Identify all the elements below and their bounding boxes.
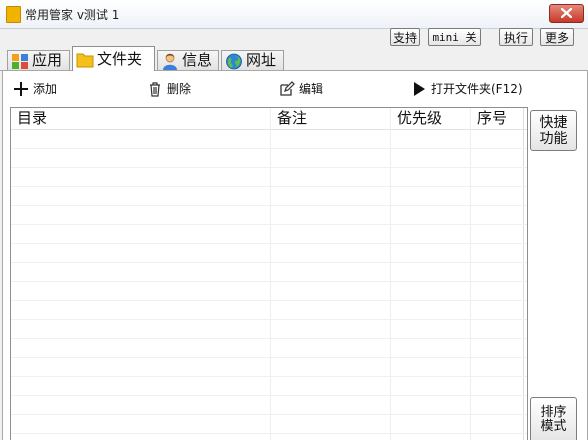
tab-apps[interactable]: 应用 <box>7 50 70 70</box>
quick-functions-label-1: 快捷 <box>539 115 568 131</box>
folder-table[interactable]: 目录 备注 优先级 序号 <box>10 107 528 440</box>
close-icon <box>561 8 572 18</box>
row-gridline <box>11 243 527 244</box>
row-gridline <box>11 319 527 320</box>
column-divider <box>523 108 524 440</box>
delete-button[interactable]: 删除 <box>147 80 207 98</box>
app-window: 常用管家 v测试 1 支持 mini 关 执行 更多 应用 文件夹 信息 网址 … <box>0 0 588 440</box>
tab-label: 应用 <box>32 51 63 69</box>
quick-functions-label-2: 功能 <box>539 131 568 147</box>
column-header-directory[interactable]: 目录 <box>11 108 271 129</box>
edit-label: 编辑 <box>299 82 324 96</box>
tab-info[interactable]: 信息 <box>157 50 219 70</box>
sort-mode-label-1: 排序 <box>540 405 567 420</box>
play-icon <box>414 82 425 96</box>
row-gridline <box>11 224 527 225</box>
column-divider <box>470 108 471 440</box>
row-gridline <box>11 148 527 149</box>
row-gridline <box>11 414 527 415</box>
add-button[interactable]: 添加 <box>13 80 73 98</box>
column-divider <box>270 108 271 440</box>
sort-mode-button[interactable]: 排序 模式 <box>530 397 577 440</box>
sort-mode-label-2: 模式 <box>540 419 567 434</box>
row-gridline <box>11 357 527 358</box>
row-gridline <box>11 433 527 434</box>
support-button[interactable]: 支持 <box>390 28 420 46</box>
column-header-index[interactable]: 序号 <box>471 108 527 129</box>
tab-label: 信息 <box>182 51 213 69</box>
table-header: 目录 备注 优先级 序号 <box>11 108 527 130</box>
plus-icon <box>14 82 28 96</box>
edit-button[interactable]: 编辑 <box>279 80 339 98</box>
row-gridline <box>11 300 527 301</box>
row-gridline <box>11 376 527 377</box>
row-gridline <box>11 262 527 263</box>
open-folder-button[interactable]: 打开文件夹(F12) <box>411 80 541 98</box>
quick-functions-button[interactable]: 快捷 功能 <box>530 110 577 151</box>
execute-button[interactable]: 执行 <box>499 28 533 46</box>
tab-label: 网址 <box>246 51 277 69</box>
edit-icon <box>280 81 295 96</box>
more-button[interactable]: 更多 <box>540 28 574 46</box>
user-icon <box>163 53 177 70</box>
tab-label: 文件夹 <box>97 50 143 68</box>
row-gridline <box>11 395 527 396</box>
row-gridline <box>11 205 527 206</box>
row-gridline <box>11 167 527 168</box>
tab-folders[interactable]: 文件夹 <box>72 46 155 71</box>
add-label: 添加 <box>33 82 58 96</box>
globe-icon <box>226 53 242 70</box>
app-icon <box>6 6 21 23</box>
row-gridline <box>11 186 527 187</box>
apps-icon <box>12 54 28 69</box>
trash-icon <box>150 82 160 97</box>
column-divider <box>390 108 391 440</box>
tab-websites[interactable]: 网址 <box>221 50 284 70</box>
folder-icon <box>76 53 94 68</box>
open-folder-label: 打开文件夹(F12) <box>431 82 523 96</box>
mini-toggle-button[interactable]: mini 关 <box>428 28 481 46</box>
row-gridline <box>11 338 527 339</box>
delete-label: 删除 <box>167 82 192 96</box>
row-gridline <box>11 281 527 282</box>
column-header-priority[interactable]: 优先级 <box>391 108 471 129</box>
close-button[interactable] <box>549 4 584 23</box>
title-bar[interactable]: 常用管家 v测试 1 <box>0 0 588 29</box>
window-title: 常用管家 v测试 1 <box>25 8 120 22</box>
column-header-note[interactable]: 备注 <box>271 108 391 129</box>
